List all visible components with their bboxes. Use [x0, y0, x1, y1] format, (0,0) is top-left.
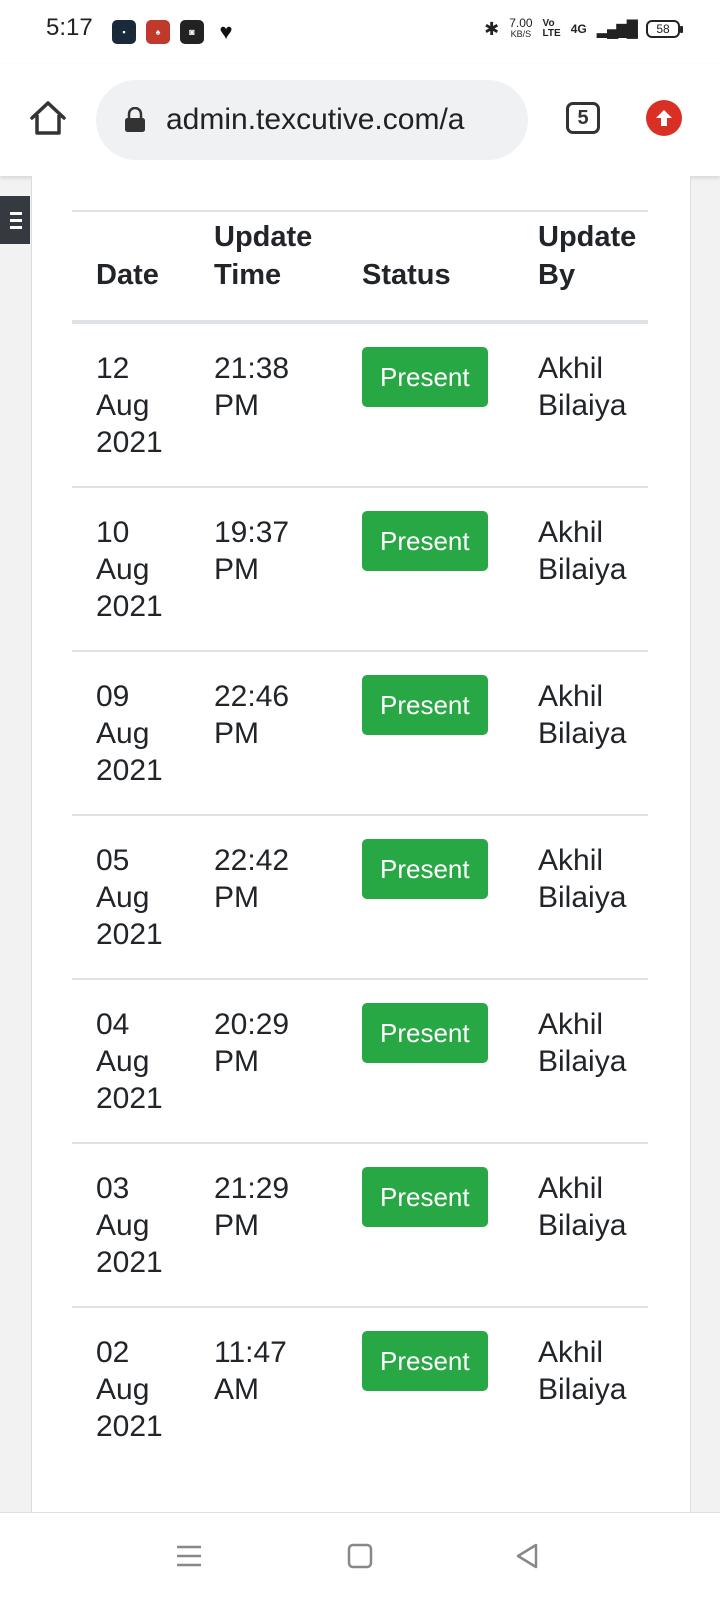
cell-date: 03 Aug 2021: [72, 1143, 190, 1308]
nav-home-icon[interactable]: [343, 1539, 377, 1573]
app-notification-icon: ▪: [112, 20, 136, 44]
table-row: 12 Aug 2021 21:38 PM Present Akhil Bilaiya: [72, 322, 648, 488]
game-notification-icon: ♠: [146, 20, 170, 44]
table-row: 02 Aug 2021 11:47 AM Present Akhil Bilaiya: [72, 1307, 648, 1470]
cell-status: Present: [338, 322, 514, 488]
cell-update-by: Akhil Bilaiya: [514, 487, 648, 652]
bluetooth-icon: ✱: [484, 18, 500, 39]
status-time: 5:17: [46, 14, 93, 41]
table-row: 05 Aug 2021 22:42 PM Present Akhil Bilaiya: [72, 815, 648, 980]
cell-update-by: Akhil Bilaiya: [514, 979, 648, 1144]
url-text: admin.texcutive.com/a: [166, 103, 465, 136]
cell-date: 10 Aug 2021: [72, 487, 190, 652]
header-date: Date: [72, 210, 190, 324]
nav-back-icon[interactable]: [510, 1539, 544, 1573]
cell-date: 09 Aug 2021: [72, 651, 190, 816]
cell-status: Present: [338, 1307, 514, 1470]
table-row: 10 Aug 2021 19:37 PM Present Akhil Bilaiya: [72, 487, 648, 652]
status-badge: Present: [362, 347, 488, 407]
net-speed-unit: KB/S: [510, 29, 532, 39]
heart-notification-icon: ♥: [219, 19, 233, 44]
cell-update-time: 22:46 PM: [190, 651, 338, 816]
network-type: 4G: [570, 22, 587, 36]
hamburger-icon[interactable]: [0, 196, 30, 244]
table-row: 09 Aug 2021 22:46 PM Present Akhil Bilaiya: [72, 651, 648, 816]
net-speed: 7.00 KB/S: [509, 16, 533, 40]
status-badge: Present: [362, 1331, 488, 1391]
notification-icons: ▪ ♠ ◙ ♥: [112, 19, 238, 44]
cell-update-time: 22:42 PM: [190, 815, 338, 980]
net-speed-value: 7.00: [509, 16, 533, 30]
update-arrow-icon[interactable]: [646, 100, 682, 136]
cell-status: Present: [338, 1143, 514, 1308]
cell-update-by: Akhil Bilaiya: [514, 815, 648, 980]
cell-update-time: 19:37 PM: [190, 487, 338, 652]
cell-status: Present: [338, 815, 514, 980]
cell-date: 12 Aug 2021: [72, 322, 190, 488]
cell-date: 05 Aug 2021: [72, 815, 190, 980]
header-update-time: Update Time: [190, 210, 338, 324]
status-badge: Present: [362, 1167, 488, 1227]
lock-icon: [124, 106, 146, 133]
table-row: 03 Aug 2021 21:29 PM Present Akhil Bilaiya: [72, 1143, 648, 1308]
cell-update-time: 11:47 AM: [214, 1336, 287, 1406]
status-badge: Present: [362, 1003, 488, 1063]
battery-icon: 58: [646, 20, 683, 38]
volte-indicator: Vo LTE: [543, 19, 561, 39]
cell-status: Present: [338, 979, 514, 1144]
browser-toolbar: admin.texcutive.com/a 5: [0, 64, 720, 176]
table-header-row: Date Update Time Status Update By: [72, 210, 648, 324]
system-nav-bar: [0, 1512, 720, 1601]
cell-update-time: 20:29 PM: [190, 979, 338, 1144]
status-badge: Present: [362, 839, 488, 899]
cell-update-by: Akhil Bilaiya: [538, 1336, 627, 1406]
header-status: Status: [338, 210, 514, 324]
home-icon[interactable]: [26, 96, 70, 140]
cell-status: Present: [338, 651, 514, 816]
status-badge: Present: [362, 511, 488, 571]
address-bar[interactable]: admin.texcutive.com/a: [96, 80, 528, 160]
volte-bottom: LTE: [542, 28, 561, 39]
tab-count: 5: [577, 106, 589, 129]
nav-recents-icon[interactable]: [172, 1539, 206, 1573]
header-update-by: Update By: [514, 210, 648, 324]
battery-level: 58: [656, 22, 670, 36]
cell-update-time: 21:29 PM: [190, 1143, 338, 1308]
tabs-icon[interactable]: 5: [566, 102, 600, 134]
cell-date: 02 Aug 2021: [96, 1336, 163, 1443]
attendance-table: Date Update Time Status Update By 12 Aug 202…: [72, 210, 648, 1470]
safe-notification-icon: ◙: [180, 20, 204, 44]
status-badge: Present: [362, 675, 488, 735]
cell-status: Present: [338, 487, 514, 652]
cell-update-by: Akhil Bilaiya: [514, 1143, 648, 1308]
status-bar: 5:17 ▪ ♠ ◙ ♥ ✱ 7.00 KB/S Vo LTE 4G ▂▄▆█ …: [0, 0, 720, 64]
cell-update-by: Akhil Bilaiya: [514, 651, 648, 816]
cell-date: 04 Aug 2021: [72, 979, 190, 1144]
cell-update-time: 21:38 PM: [190, 322, 338, 488]
status-right-icons: ✱ 7.00 KB/S Vo LTE 4G ▂▄▆█ 58: [484, 16, 683, 40]
cell-update-by: Akhil Bilaiya: [514, 322, 648, 488]
table-row: 04 Aug 2021 20:29 PM Present Akhil Bilaiya: [72, 979, 648, 1144]
signal-icon: ▂▄▆█: [596, 21, 638, 38]
